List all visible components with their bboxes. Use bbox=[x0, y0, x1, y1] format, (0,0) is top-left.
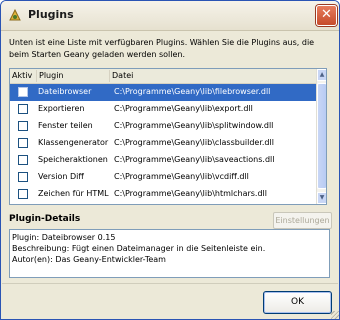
active-checkbox[interactable] bbox=[18, 121, 28, 131]
plugin-file: C:\Programme\Geany\lib\saveactions.dll bbox=[114, 155, 275, 164]
column-header: Aktiv Plugin Datei bbox=[10, 69, 317, 84]
geany-app-icon bbox=[9, 8, 21, 21]
plugin-row[interactable]: Dateibrowser C:\Programme\Geany\lib\file… bbox=[10, 84, 316, 101]
scroll-down-icon[interactable]: ▼ bbox=[317, 192, 326, 204]
plugin-name: Speicheraktionen bbox=[38, 155, 108, 164]
scrollbar-thumb[interactable] bbox=[317, 83, 326, 189]
active-checkbox[interactable] bbox=[18, 189, 28, 199]
column-plugin[interactable]: Plugin bbox=[37, 70, 110, 82]
plugin-name: Zeichen für HTML bbox=[38, 189, 109, 198]
plugin-file: C:\Programme\Geany\lib\export.dll bbox=[114, 104, 253, 113]
window-title: Plugins bbox=[28, 8, 74, 21]
column-active[interactable]: Aktiv bbox=[10, 70, 37, 82]
plugin-row[interactable]: Klassengenerator C:\Programme\Geany\lib\… bbox=[10, 135, 316, 152]
plugin-file: C:\Programme\Geany\lib\classbuilder.dll bbox=[114, 138, 274, 147]
details-line: Autor(en): Das Geany-Entwickler-Team bbox=[12, 255, 166, 264]
plugin-file: C:\Programme\Geany\lib\splitwindow.dll bbox=[114, 121, 274, 130]
plugin-list[interactable]: Aktiv Plugin Datei Dateibrowser C:\Progr… bbox=[9, 68, 327, 205]
details-line: Plugin: Dateibrowser 0.15 bbox=[12, 233, 116, 242]
plugin-name: Dateibrowser bbox=[38, 87, 92, 96]
plugin-row[interactable]: Version Diff C:\Programme\Geany\lib\vcdi… bbox=[10, 169, 316, 186]
active-checkbox[interactable] bbox=[18, 155, 28, 165]
active-checkbox[interactable] bbox=[18, 138, 28, 148]
plugin-details: Plugin: Dateibrowser 0.15 Beschreibung: … bbox=[9, 229, 330, 278]
active-checkbox[interactable] bbox=[18, 87, 28, 97]
plugin-row[interactable]: Zeichen für HTML C:\Programme\Geany\lib\… bbox=[10, 186, 316, 203]
plugin-row[interactable]: Fenster teilen C:\Programme\Geany\lib\sp… bbox=[10, 118, 316, 135]
plugin-file: C:\Programme\Geany\lib\filebrowser.dll bbox=[114, 87, 271, 96]
resize-grip[interactable] bbox=[331, 311, 339, 319]
active-checkbox[interactable] bbox=[18, 172, 28, 182]
divider bbox=[2, 283, 338, 284]
plugin-name: Exportieren bbox=[38, 104, 85, 113]
details-line: Beschreibung: Fügt einen Dateimanager in… bbox=[12, 244, 266, 253]
title-bar[interactable]: Plugins ✕ bbox=[1, 1, 339, 31]
column-file[interactable]: Datei bbox=[110, 70, 317, 82]
close-button[interactable]: ✕ bbox=[316, 5, 337, 26]
settings-button[interactable]: Einstellungen bbox=[273, 212, 332, 229]
plugin-row[interactable]: Speicheraktionen C:\Programme\Geany\lib\… bbox=[10, 152, 316, 169]
plugin-file: C:\Programme\Geany\lib\htmlchars.dll bbox=[114, 189, 267, 198]
close-icon: ✕ bbox=[321, 7, 332, 22]
plugin-row[interactable]: Exportieren C:\Programme\Geany\lib\expor… bbox=[10, 101, 316, 118]
plugin-file: C:\Programme\Geany\lib\vcdiff.dll bbox=[114, 172, 249, 181]
vertical-scrollbar[interactable]: ▲ ▼ bbox=[316, 69, 326, 204]
intro-text: Unten ist eine Liste mit verfügbaren Plu… bbox=[9, 38, 315, 59]
plugin-rows: Dateibrowser C:\Programme\Geany\lib\file… bbox=[10, 84, 316, 203]
plugin-name: Klassengenerator bbox=[38, 138, 109, 147]
plugin-name: Version Diff bbox=[38, 172, 84, 181]
plugins-dialog: Plugins ✕ Unten ist eine Liste mit verfü… bbox=[0, 0, 340, 320]
details-title: Plugin-Details bbox=[9, 214, 81, 224]
active-checkbox[interactable] bbox=[18, 104, 28, 114]
plugin-name: Fenster teilen bbox=[38, 121, 93, 130]
scroll-up-icon[interactable]: ▲ bbox=[317, 69, 326, 81]
ok-button[interactable]: OK bbox=[263, 291, 332, 314]
